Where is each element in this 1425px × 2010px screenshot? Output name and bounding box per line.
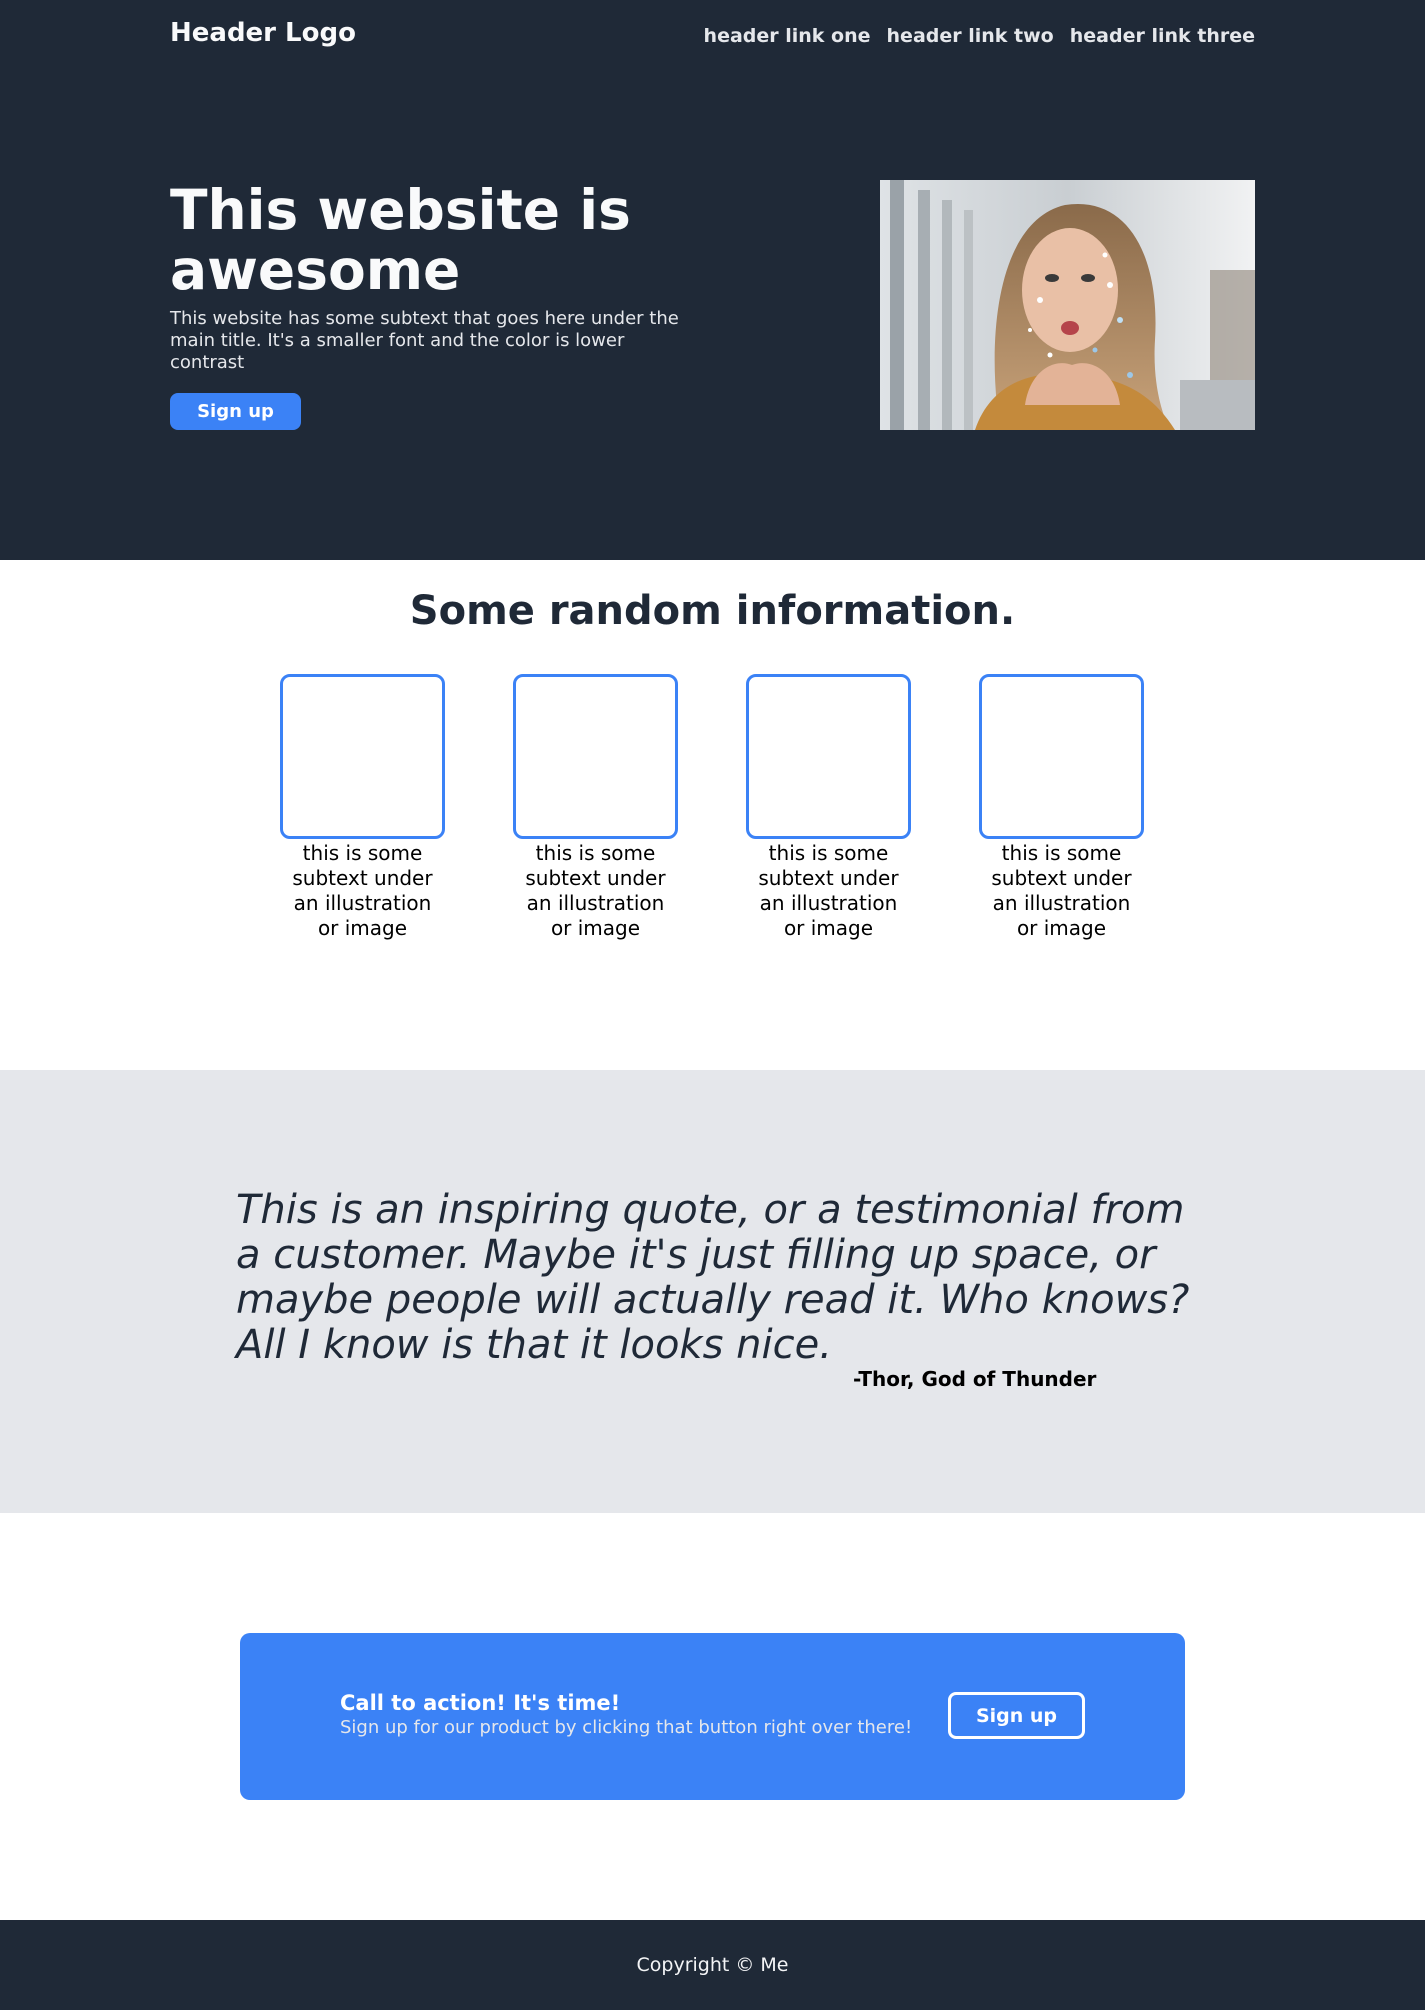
hero-image <box>880 180 1255 430</box>
card-illustration-placeholder <box>513 674 678 839</box>
header-nav: header link one header link two header l… <box>704 25 1255 47</box>
cta-text: Sign up for our product by clicking that… <box>340 1717 913 1738</box>
hero-section: Header Logo header link one header link … <box>0 0 1425 560</box>
info-title: Some random information. <box>409 588 1016 634</box>
cta-title: Call to action! It's time! <box>340 1691 621 1715</box>
card-text: this is some subtext under an illustrati… <box>991 841 1132 940</box>
hero-photo-illustration <box>880 180 1255 430</box>
card-text: this is some subtext under an illustrati… <box>525 841 666 940</box>
card-illustration-placeholder <box>746 674 911 839</box>
header-link-one[interactable]: header link one <box>704 25 871 47</box>
cta-signup-button[interactable]: Sign up <box>948 1692 1085 1739</box>
card-illustration-placeholder <box>979 674 1144 839</box>
card-illustration-placeholder <box>280 674 445 839</box>
header-link-two[interactable]: header link two <box>887 25 1054 47</box>
info-card: this is some subtext under an illustrati… <box>513 674 678 941</box>
header-logo[interactable]: Header Logo <box>170 18 356 48</box>
card-text: this is some subtext under an illustrati… <box>292 841 433 940</box>
header-link-three[interactable]: header link three <box>1070 25 1255 47</box>
hero-signup-button[interactable]: Sign up <box>170 393 301 430</box>
quote-author: -Thor, God of Thunder <box>853 1367 1097 1391</box>
testimonial-quote: This is an inspiring quote, or a testimo… <box>236 1187 1190 1368</box>
cta-box: Call to action! It's time! Sign up for o… <box>240 1633 1185 1800</box>
hero-title: This website is awesome <box>170 178 631 302</box>
info-card: this is some subtext under an illustrati… <box>979 674 1144 941</box>
footer-copyright: Copyright © Me <box>636 1954 789 1976</box>
info-card: this is some subtext under an illustrati… <box>746 674 911 941</box>
hero-subtitle: This website has some subtext that goes … <box>170 308 679 373</box>
info-card: this is some subtext under an illustrati… <box>280 674 445 941</box>
footer: Copyright © Me <box>0 1920 1425 2010</box>
card-text: this is some subtext under an illustrati… <box>758 841 899 940</box>
